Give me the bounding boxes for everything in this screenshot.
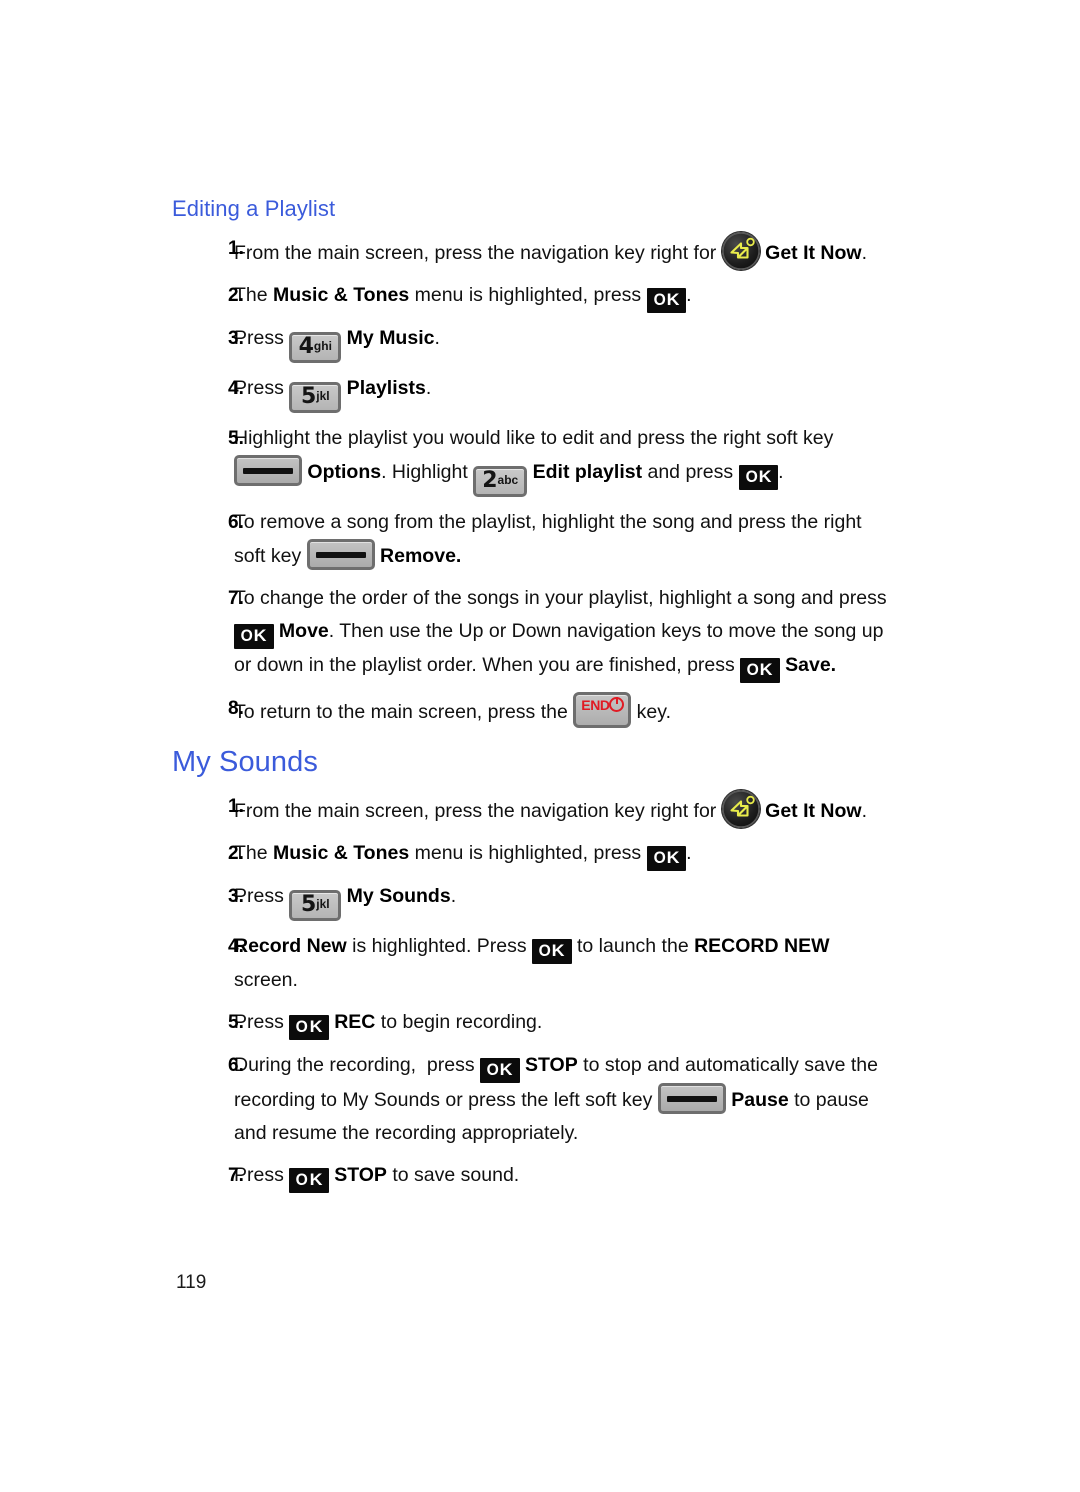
- manual-page: Editing a Playlist 1. From the main screen…: [0, 0, 1080, 1492]
- keypad-key-5-icon: 5jkl: [289, 890, 342, 922]
- text-run: .: [450, 885, 457, 908]
- section-heading-my-sounds: My Sounds: [172, 746, 318, 779]
- text-run-bold: Get It Now: [759, 800, 862, 823]
- text-run: menu is highlighted, press: [409, 842, 647, 865]
- soft-key-icon: [657, 1083, 726, 1115]
- soft-key-icon: [306, 539, 375, 571]
- step-text: The Music & Tones menu is highlighted, p…: [234, 837, 894, 872]
- step-text: From the main screen, press the navigati…: [234, 790, 894, 829]
- section-heading-editing-a-playlist: Editing a Playlist: [172, 196, 336, 221]
- ok-key-icon: OK: [480, 1058, 520, 1084]
- step-item: 8. To return to the main screen, press th…: [172, 692, 894, 729]
- text-run: to save sound.: [386, 1164, 520, 1187]
- text-run: menu is highlighted, press: [409, 284, 647, 307]
- step-text: To change the order of the songs in your…: [234, 582, 894, 684]
- ok-key-icon: OK: [646, 288, 687, 314]
- end-key-icon: END: [573, 692, 632, 729]
- step-text: During the recording, press OK STOP to s…: [234, 1049, 894, 1150]
- text-run-bold: Get It Now: [759, 242, 862, 265]
- text-run: to launch the: [571, 935, 695, 958]
- keypad-key-2-icon: 2abc: [473, 466, 528, 498]
- text-run-bold: Options: [302, 461, 382, 484]
- text-run: To change the order of the songs in your…: [234, 587, 892, 610]
- step-item: 7. Press OK STOP to save sound.: [172, 1159, 894, 1194]
- text-run: to begin recording.: [375, 1011, 543, 1034]
- step-text: Press OK REC to begin recording.: [234, 1006, 894, 1041]
- ok-key-icon: OK: [234, 624, 274, 650]
- step-text: Highlight the playlist you would like to…: [234, 422, 894, 498]
- step-list-editing-a-playlist: 1. From the main screen, press the naviga…: [172, 232, 894, 729]
- text-run-bold: Move: [273, 620, 329, 643]
- step-item: 3. Press 4ghi My Music.: [172, 322, 894, 364]
- text-run: To return to the main screen, press the: [234, 701, 574, 724]
- text-run: From the main screen, press the navigati…: [234, 800, 722, 823]
- step-item: 1. From the main screen, press the naviga…: [172, 790, 894, 829]
- step-text: The Music & Tones menu is highlighted, p…: [234, 279, 894, 314]
- ok-key-icon: OK: [289, 1168, 329, 1194]
- ok-key-icon: OK: [738, 465, 779, 491]
- text-run: .: [425, 377, 432, 400]
- step-item: 1. From the main screen, press the naviga…: [172, 232, 894, 271]
- step-item: 4. Press 5jkl Playlists.: [172, 372, 894, 414]
- text-run-bold: RECORD NEW: [694, 935, 830, 958]
- text-run: is highlighted. Press: [346, 935, 533, 958]
- text-run: From the main screen, press the navigati…: [234, 242, 722, 265]
- keypad-key-5-icon: 5jkl: [289, 382, 342, 414]
- text-run-bold: Pause: [725, 1089, 789, 1112]
- text-run-bold: My Sounds: [341, 885, 451, 908]
- text-run-bold: STOP: [519, 1054, 578, 1077]
- step-text: From the main screen, press the navigati…: [234, 232, 894, 271]
- step-text: Press 5jkl Playlists.: [234, 372, 894, 414]
- step-item: 5. Highlight the playlist you would like …: [172, 422, 894, 498]
- get-it-now-icon: [721, 790, 760, 829]
- text-run-bold: STOP: [328, 1164, 387, 1187]
- text-run: and press: [642, 461, 739, 484]
- step-text: Press OK STOP to save sound.: [234, 1159, 894, 1194]
- step-item: 6. During the recording, press OK STOP to…: [172, 1049, 894, 1150]
- step-item: 7. To change the order of the songs in yo…: [172, 582, 894, 684]
- ok-key-icon: OK: [289, 1015, 329, 1041]
- step-item: 3. Press 5jkl My Sounds.: [172, 880, 894, 922]
- text-run-bold: Save.: [779, 654, 837, 677]
- get-it-now-icon: [721, 232, 760, 271]
- text-run-bold: My Music: [341, 327, 435, 350]
- step-item: 6. To remove a song from the playlist, hi…: [172, 506, 894, 573]
- keypad-key-4-icon: 4ghi: [289, 332, 342, 364]
- text-run: During the recording, press: [234, 1054, 481, 1077]
- text-run: . Highlight: [381, 461, 474, 484]
- text-run: .: [778, 461, 784, 484]
- text-run: .: [434, 327, 440, 350]
- step-text: Press 5jkl My Sounds.: [234, 880, 894, 922]
- step-text: To return to the main screen, press the …: [234, 692, 894, 729]
- text-run-bold: Music & Tones: [273, 842, 410, 865]
- page-content: Editing a Playlist 1. From the main screen…: [172, 196, 894, 1202]
- text-run: key.: [631, 701, 671, 724]
- text-run: .: [861, 242, 867, 265]
- text-run-bold: Record New: [234, 935, 347, 958]
- step-list-my-sounds: 1. From the main screen, press the naviga…: [172, 790, 894, 1194]
- text-run-bold: Remove.: [374, 545, 462, 568]
- step-item: 4. Record New is highlighted. Press OK to…: [172, 930, 894, 997]
- text-run-bold: Edit playlist: [527, 461, 643, 484]
- text-run-bold: Playlists: [341, 377, 426, 400]
- text-run: .: [861, 800, 867, 823]
- ok-key-icon: OK: [532, 939, 572, 965]
- soft-key-icon: [234, 455, 302, 487]
- step-text: Press 4ghi My Music.: [234, 322, 894, 364]
- step-item: 2. The Music & Tones menu is highlighted,…: [172, 279, 894, 314]
- text-run-bold: Music & Tones: [273, 284, 410, 307]
- ok-key-icon: OK: [740, 658, 780, 684]
- step-text: To remove a song from the playlist, high…: [234, 506, 894, 573]
- step-item: 2. The Music & Tones menu is highlighted,…: [172, 837, 894, 872]
- step-item: 5. Press OK REC to begin recording.: [172, 1006, 894, 1041]
- text-run: Highlight the playlist you would like to…: [234, 427, 839, 450]
- text-run-bold: REC: [328, 1011, 376, 1034]
- text-run: .: [686, 284, 692, 307]
- step-text: Record New is highlighted. Press OK to l…: [234, 930, 894, 997]
- text-run: .: [686, 842, 692, 865]
- page-number: 119: [176, 1272, 207, 1293]
- ok-key-icon: OK: [646, 846, 687, 872]
